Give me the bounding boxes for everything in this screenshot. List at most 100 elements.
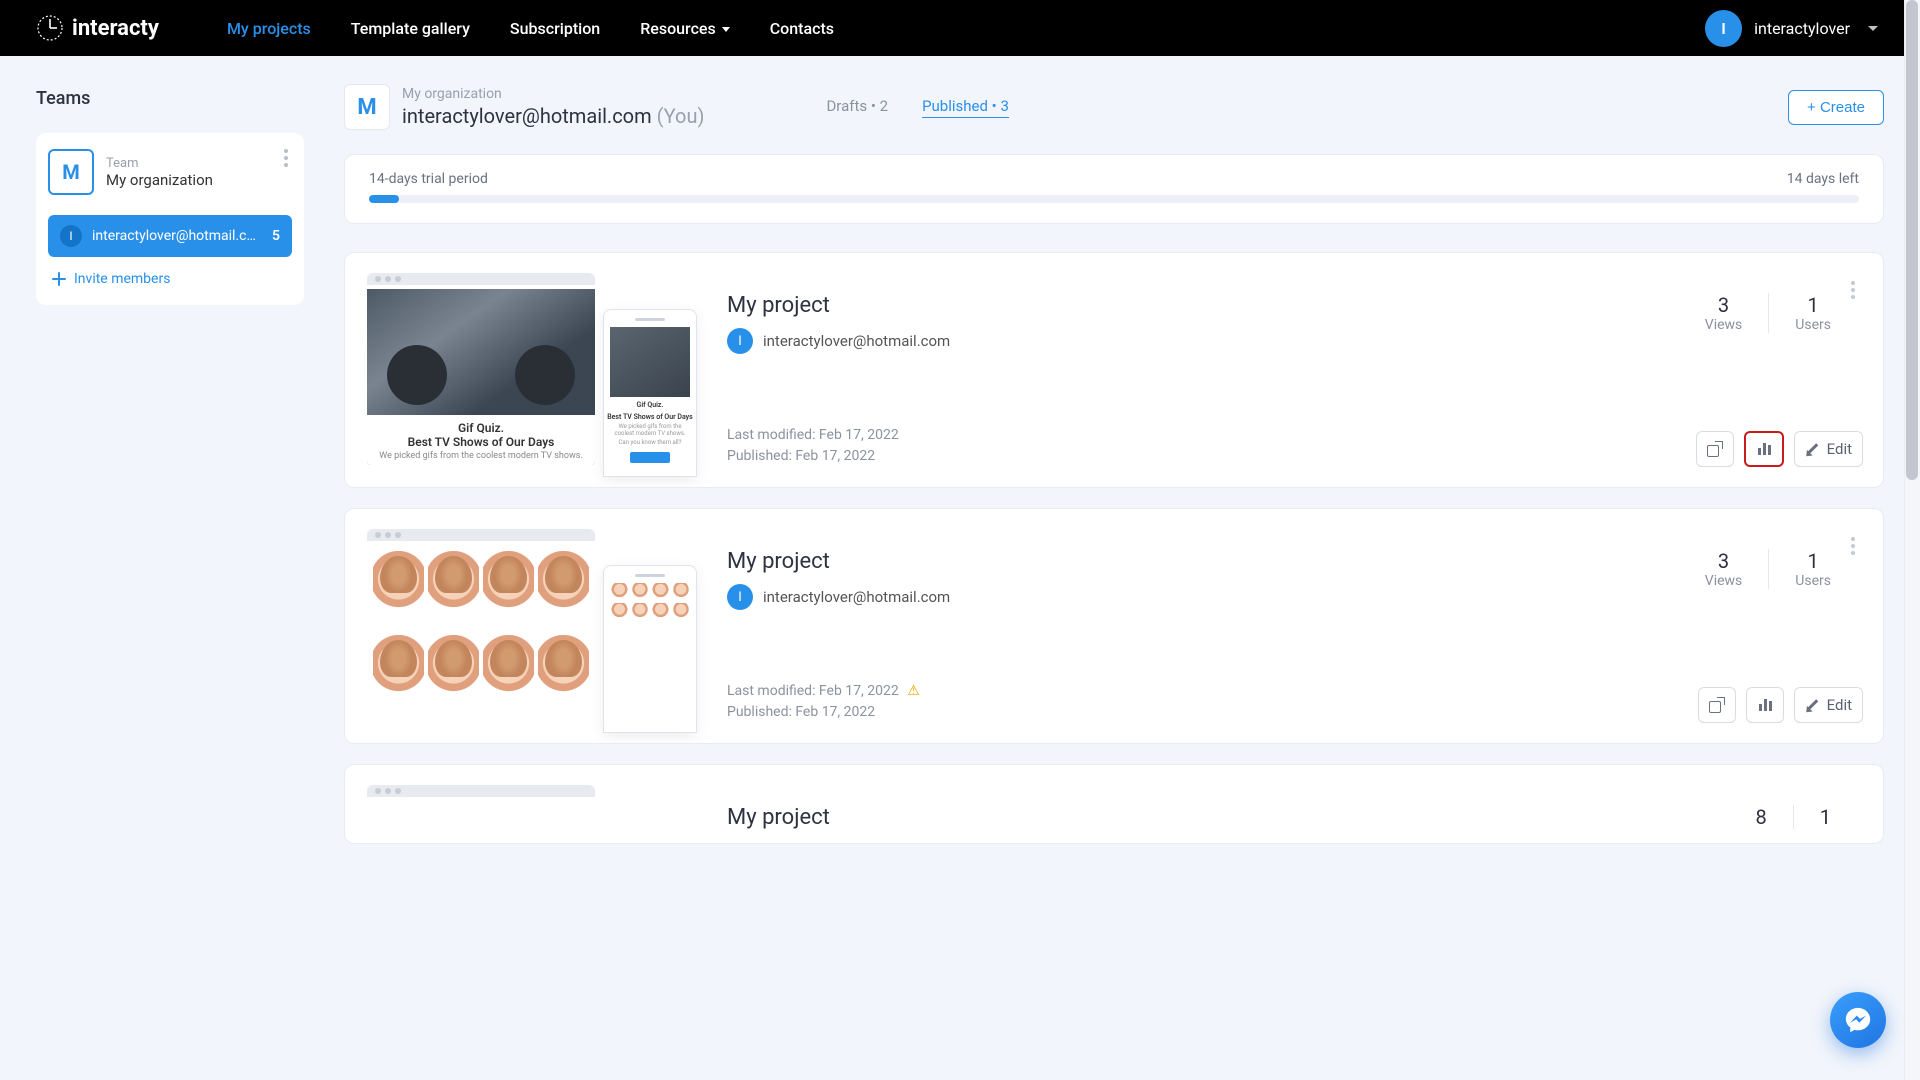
tab-published[interactable]: Published • 3 <box>922 97 1009 118</box>
logo-icon <box>36 14 64 42</box>
edit-label: Edit <box>1827 696 1852 714</box>
invite-label: Invite members <box>74 271 170 287</box>
org-tabs: Drafts • 2 Published • 3 <box>826 97 1008 118</box>
project-card: Gif Quiz. Best TV Shows of Our Days We p… <box>344 252 1884 488</box>
preview-label: Gif Quiz. Best TV Shows of Our Days We p… <box>367 415 595 465</box>
analytics-button[interactable] <box>1744 431 1784 467</box>
analytics-button[interactable] <box>1746 687 1784 723</box>
stat-views: 3 Views <box>1679 293 1769 333</box>
edit-label: Edit <box>1827 440 1852 458</box>
nav-my-projects[interactable]: My projects <box>227 19 311 38</box>
warning-icon: ⚠ <box>907 683 920 699</box>
project-modified: Last modified: Feb 17, 2022 <box>727 425 1853 446</box>
views-value: 8 <box>1756 805 1767 829</box>
top-navbar: interacty My projects Template gallery S… <box>0 0 1920 56</box>
trial-box: 14-days trial period 14 days left <box>344 154 1884 224</box>
chat-fab[interactable] <box>1830 992 1886 1048</box>
member-avatar: I <box>60 225 82 247</box>
scrollbar-thumb[interactable] <box>1906 0 1918 480</box>
project-thumbnail[interactable] <box>367 785 697 843</box>
preview-subtitle: Best TV Shows of Our Days <box>377 435 585 449</box>
brand-logo[interactable]: interacty <box>36 14 159 42</box>
tab-drafts[interactable]: Drafts • 2 <box>826 97 888 115</box>
project-stats: 3 Views 1 Users <box>1679 293 1857 333</box>
project-actions: Edit <box>1698 687 1863 723</box>
analytics-icon <box>1757 697 1773 713</box>
member-email: interactylover@hotmail.com… <box>92 228 262 244</box>
views-label: Views <box>1705 573 1743 589</box>
nav-contacts[interactable]: Contacts <box>770 19 834 38</box>
analytics-icon <box>1756 441 1772 457</box>
tab-drafts-label: Drafts <box>826 97 867 115</box>
project-published: Published: Feb 17, 2022 <box>727 702 1853 723</box>
member-count: 5 <box>272 228 280 244</box>
sidebar: Teams M Team My organization I interacty… <box>36 84 304 864</box>
trial-remaining: 14 days left <box>1787 171 1859 187</box>
views-value: 3 <box>1705 549 1743 573</box>
project-title: My project <box>727 805 1853 830</box>
edit-button[interactable]: Edit <box>1794 431 1863 467</box>
users-label: Users <box>1795 573 1831 589</box>
team-texts: Team My organization <box>106 156 213 189</box>
views-value: 3 <box>1705 293 1743 317</box>
users-value: 1 <box>1795 549 1831 573</box>
owner-email: interactylover@hotmail.com <box>763 332 950 350</box>
mobile-subtitle: Best TV Shows of Our Days <box>607 413 693 421</box>
page-body: Teams M Team My organization I interacty… <box>0 56 1920 864</box>
project-thumbnail[interactable]: Gif Quiz. Best TV Shows of Our Days We p… <box>367 273 697 487</box>
project-meta: Last modified: Feb 17, 2022 ⚠ Published:… <box>727 681 1853 723</box>
open-icon <box>1707 441 1723 457</box>
users-value: 1 <box>1820 805 1831 829</box>
stat-users: 1 Users <box>1768 549 1857 589</box>
project-thumbnail[interactable] <box>367 529 697 743</box>
org-badge: M <box>344 84 390 130</box>
mobile-title: Gif Quiz. <box>637 401 664 409</box>
stat-views: 3 Views <box>1679 549 1769 589</box>
team-more-icon[interactable] <box>280 145 292 171</box>
mobile-question: Can you know them all? <box>615 439 686 446</box>
open-button[interactable] <box>1698 687 1736 723</box>
project-card: My project 8 1 <box>344 764 1884 844</box>
org-email: interactylover@hotmail.com <box>402 104 652 128</box>
mobile-desc: We picked gifs from the coolest modern T… <box>604 423 696 437</box>
edit-button[interactable]: Edit <box>1794 687 1863 723</box>
team-header[interactable]: M Team My organization <box>48 149 292 195</box>
org-texts: My organization interactylover@hotmail.c… <box>402 86 704 128</box>
project-actions: Edit <box>1696 431 1863 467</box>
organization-header: M My organization interactylover@hotmail… <box>344 84 1884 130</box>
stat-views: 8 <box>1730 805 1793 829</box>
org-label: My organization <box>402 86 704 102</box>
project-meta: Last modified: Feb 17, 2022 Published: F… <box>727 425 1853 467</box>
user-avatar: I <box>1705 10 1742 47</box>
project-stats: 3 Views 1 Users <box>1679 549 1857 589</box>
user-menu[interactable]: I interactylover <box>1705 10 1878 47</box>
trial-label: 14-days trial period <box>369 171 488 187</box>
open-icon <box>1709 697 1725 713</box>
invite-members-link[interactable]: Invite members <box>48 271 292 287</box>
stat-users: 1 Users <box>1768 293 1857 333</box>
edit-icon <box>1805 441 1821 457</box>
nav-resources[interactable]: Resources <box>640 19 730 38</box>
preview-title: Gif Quiz. <box>377 421 585 435</box>
nav-subscription[interactable]: Subscription <box>510 19 600 38</box>
scrollbar-track[interactable] <box>1904 0 1920 1080</box>
brand-name: interacty <box>72 16 159 41</box>
owner-avatar: I <box>727 584 753 610</box>
mobile-cta <box>630 452 670 463</box>
create-button[interactable]: + Create <box>1788 90 1884 125</box>
trial-progress <box>369 195 1859 203</box>
mobile-preview <box>603 565 697 733</box>
edit-icon <box>1805 697 1821 713</box>
tab-published-count: 3 <box>1000 97 1008 115</box>
org-you: (You) <box>657 104 705 128</box>
team-badge: M <box>48 149 94 195</box>
plus-icon <box>52 272 66 286</box>
nav-template-gallery[interactable]: Template gallery <box>351 19 470 38</box>
preview-image <box>367 545 595 721</box>
messenger-icon <box>1843 1005 1873 1035</box>
member-chip[interactable]: I interactylover@hotmail.com… 5 <box>48 215 292 257</box>
open-button[interactable] <box>1696 431 1734 467</box>
team-name: My organization <box>106 171 213 189</box>
main-nav: My projects Template gallery Subscriptio… <box>227 19 834 38</box>
team-card: M Team My organization I interactylover@… <box>36 133 304 305</box>
